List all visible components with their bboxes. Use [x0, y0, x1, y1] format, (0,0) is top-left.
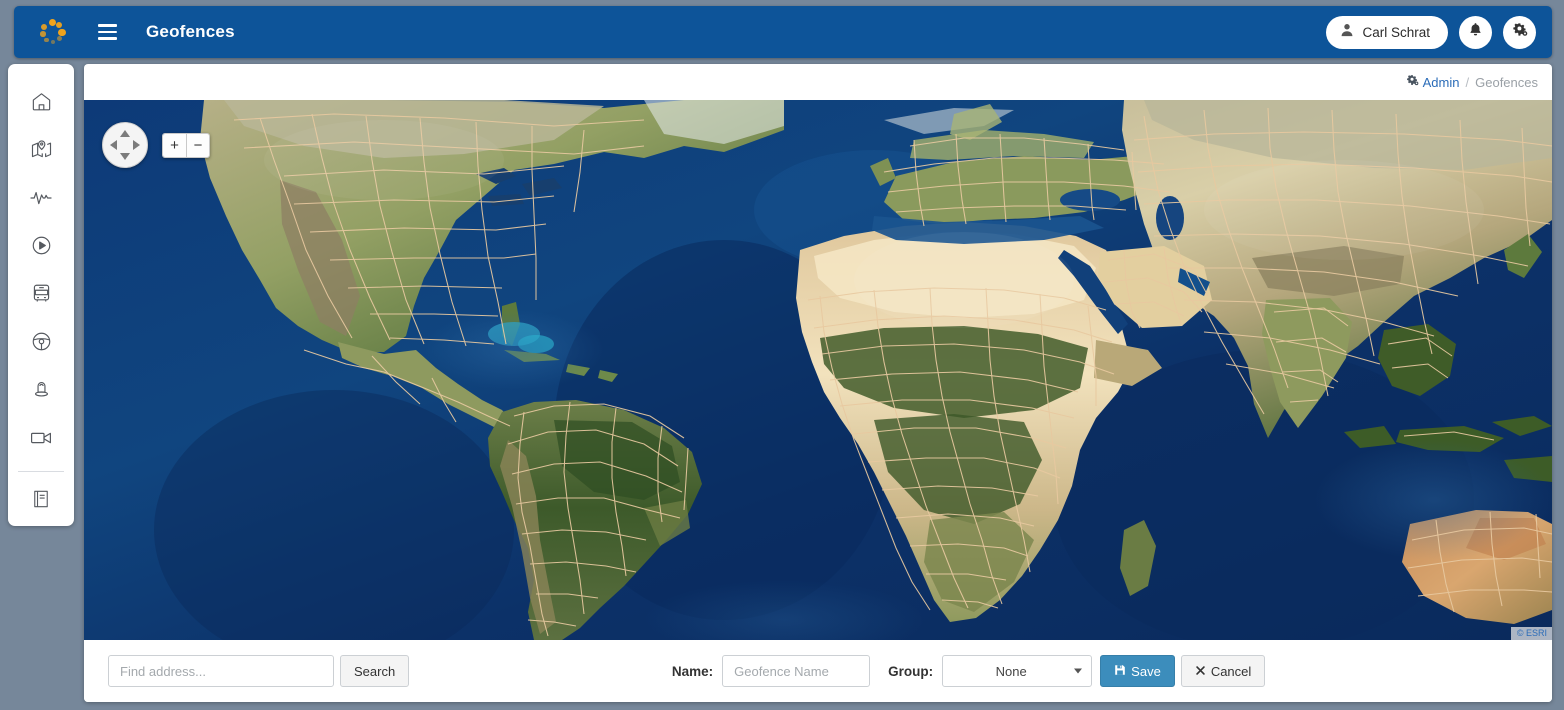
content-panel: Admin / Geofences + − © ESRI Find addres… — [84, 64, 1552, 702]
sidebar-item-manual[interactable] — [17, 477, 65, 525]
breadcrumb: Admin / Geofences — [84, 64, 1552, 100]
geofence-map[interactable]: + − © ESRI — [84, 100, 1552, 640]
notifications-button[interactable] — [1459, 15, 1492, 49]
group-label: Group: — [888, 663, 934, 679]
spinner-dots-logo-icon — [39, 19, 66, 45]
person-icon — [1340, 23, 1354, 42]
x-icon — [1195, 664, 1206, 679]
user-name: Carl Schrat — [1362, 24, 1430, 40]
satellite-basemap — [84, 100, 1552, 640]
steering-wheel-icon — [30, 330, 53, 358]
breadcrumb-current: Geofences — [1475, 74, 1538, 90]
pan-down-icon[interactable] — [120, 153, 130, 160]
zoom-control: + − — [162, 133, 210, 158]
breadcrumb-separator: / — [1465, 74, 1470, 90]
sidebar-item-cameras[interactable] — [17, 416, 65, 464]
save-button-label: Save — [1131, 663, 1161, 679]
address-search-input[interactable] — [108, 655, 334, 687]
person-pin-icon — [30, 378, 53, 406]
user-menu-button[interactable]: Carl Schrat — [1326, 15, 1448, 49]
zoom-in-button[interactable]: + — [163, 134, 186, 157]
play-circle-icon — [30, 234, 53, 262]
sidebar-item-map[interactable] — [17, 128, 65, 176]
app-logo[interactable] — [28, 14, 76, 50]
video-camera-icon — [29, 426, 53, 455]
cancel-button-label: Cancel — [1210, 663, 1252, 679]
world-satellite-image — [84, 100, 1552, 640]
sidebar-divider — [18, 471, 64, 472]
settings-button[interactable] — [1503, 15, 1536, 49]
name-label: Name: — [671, 663, 714, 679]
gears-icon — [1512, 22, 1528, 43]
sidebar — [8, 64, 74, 526]
header-actions: Carl Schrat — [1326, 15, 1536, 49]
geofence-name-input[interactable] — [722, 655, 871, 687]
pan-control[interactable] — [102, 122, 148, 168]
floppy-disk-icon — [1114, 664, 1126, 679]
sidebar-item-activity[interactable] — [17, 176, 65, 224]
sidebar-item-passengers[interactable] — [17, 368, 65, 416]
hamburger-icon[interactable] — [90, 16, 124, 48]
pan-right-icon[interactable] — [133, 140, 140, 150]
book-icon — [30, 488, 52, 515]
zoom-out-button[interactable]: − — [186, 134, 209, 157]
sidebar-item-drivers[interactable] — [17, 320, 65, 368]
cancel-button[interactable]: Cancel — [1180, 655, 1266, 687]
page-title: Geofences — [146, 22, 235, 41]
breadcrumb-root[interactable]: Admin — [1423, 75, 1460, 90]
chevron-down-icon — [1074, 668, 1083, 674]
map-attribution[interactable]: © ESRI — [1510, 627, 1552, 640]
pan-left-icon[interactable] — [110, 140, 117, 150]
group-select[interactable]: None — [942, 655, 1093, 687]
group-select-value: None — [995, 663, 1027, 679]
sidebar-item-home[interactable] — [17, 80, 65, 128]
app-header: Geofences Carl Schrat — [14, 6, 1552, 58]
home-icon — [30, 90, 53, 118]
pulse-icon — [29, 186, 53, 215]
pan-up-icon[interactable] — [120, 130, 130, 137]
bell-icon — [1468, 22, 1483, 42]
save-button[interactable]: Save — [1100, 655, 1175, 687]
sidebar-item-vehicles[interactable] — [17, 272, 65, 320]
search-button[interactable]: Search — [340, 655, 410, 687]
map-pin-icon — [30, 138, 53, 166]
gears-icon — [1406, 74, 1419, 90]
bus-icon — [30, 282, 53, 310]
sidebar-item-playback[interactable] — [17, 224, 65, 272]
geofence-toolbar: Search Name: Group: None Save — [84, 640, 1552, 702]
